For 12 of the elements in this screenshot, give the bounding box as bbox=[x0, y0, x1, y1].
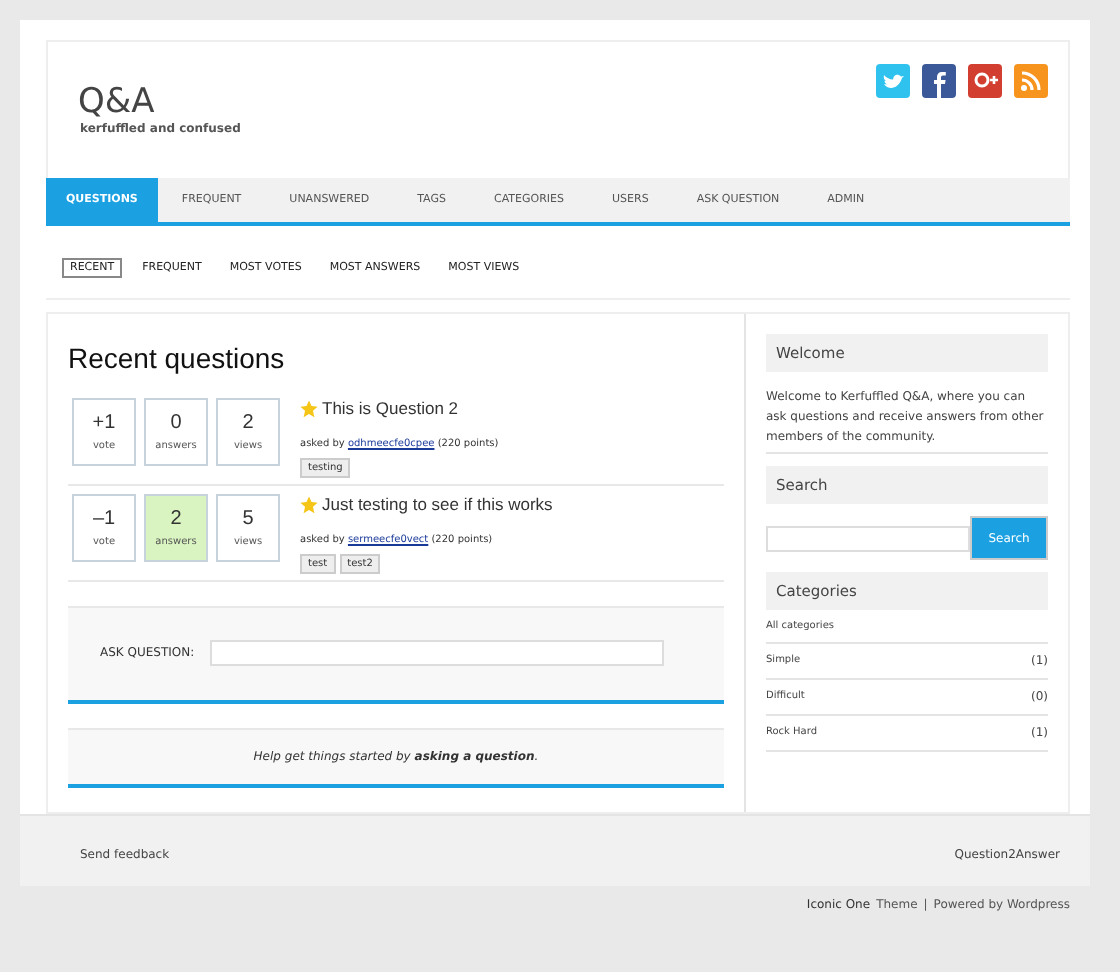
question-title-link[interactable]: Just testing to see if this works bbox=[322, 494, 553, 514]
bird-icon[interactable] bbox=[876, 64, 910, 98]
star-icon bbox=[300, 399, 318, 417]
page-heading: Recent questions bbox=[68, 342, 287, 374]
question-title-link[interactable]: This is Question 2 bbox=[322, 398, 459, 418]
rss-icon[interactable] bbox=[1014, 64, 1048, 98]
site-title[interactable]: Q&A bbox=[78, 82, 241, 122]
search-field[interactable] bbox=[766, 525, 970, 551]
f-letter-icon[interactable] bbox=[922, 64, 956, 98]
ask-question-field[interactable] bbox=[210, 640, 665, 666]
star-icon bbox=[300, 495, 318, 513]
g-plus-icon[interactable] bbox=[968, 64, 1002, 98]
